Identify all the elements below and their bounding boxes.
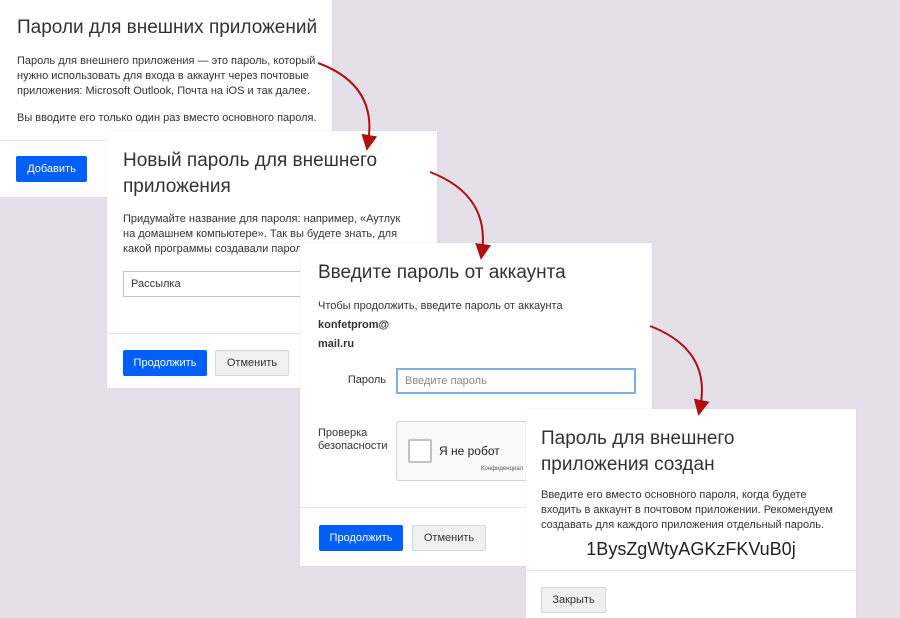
password-input[interactable] <box>396 368 636 394</box>
app-name-input[interactable] <box>123 271 323 297</box>
captcha-checkbox[interactable] <box>408 439 432 463</box>
panel3-description-text: Чтобы продолжить, введите пароль от акка… <box>318 300 563 312</box>
panel1-note: Вы вводите его только один раз вместо ос… <box>17 112 317 124</box>
account-email-part2: mail.ru <box>318 338 355 350</box>
account-email-part1: konfetprom@ <box>318 319 390 331</box>
panel3-title: Введите пароль от аккаунта <box>318 262 566 283</box>
security-check-label: Проверка безопасности <box>318 427 388 452</box>
password-created-panel: Пароль для внешнего приложения создан Вв… <box>526 409 856 618</box>
arrow-icon <box>429 171 492 260</box>
panel4-divider <box>526 570 856 571</box>
generated-password: 1BysZgWtyAGKzFKVuB0j <box>586 539 796 559</box>
panel4-description: Введите его вместо основного пароля, ког… <box>541 489 833 531</box>
panel4-title: Пароль для внешнего приложения создан <box>541 428 735 475</box>
panel2-title: Новый пароль для внешнего приложения <box>123 150 378 197</box>
panel3-description: Чтобы продолжить, введите пароль от акка… <box>318 297 638 354</box>
cancel-button[interactable]: Отменить <box>412 525 486 551</box>
continue-button[interactable]: Продолжить <box>319 525 403 551</box>
add-button[interactable]: Добавить <box>16 156 87 182</box>
panel1-description: Пароль для внешнего приложения — это пар… <box>17 55 316 97</box>
arrow-icon <box>649 325 710 416</box>
password-label: Пароль <box>347 374 386 386</box>
panel1-title: Пароли для внешних приложений <box>17 17 318 38</box>
cancel-button[interactable]: Отменить <box>215 350 289 376</box>
captcha-text: Я не робот <box>439 444 500 458</box>
captcha-widget: Я не робот Конфиденциал <box>396 421 546 481</box>
close-button[interactable]: Закрыть <box>541 587 606 613</box>
continue-button[interactable]: Продолжить <box>123 350 207 376</box>
captcha-privacy-link[interactable]: Конфиденциал <box>481 466 523 472</box>
